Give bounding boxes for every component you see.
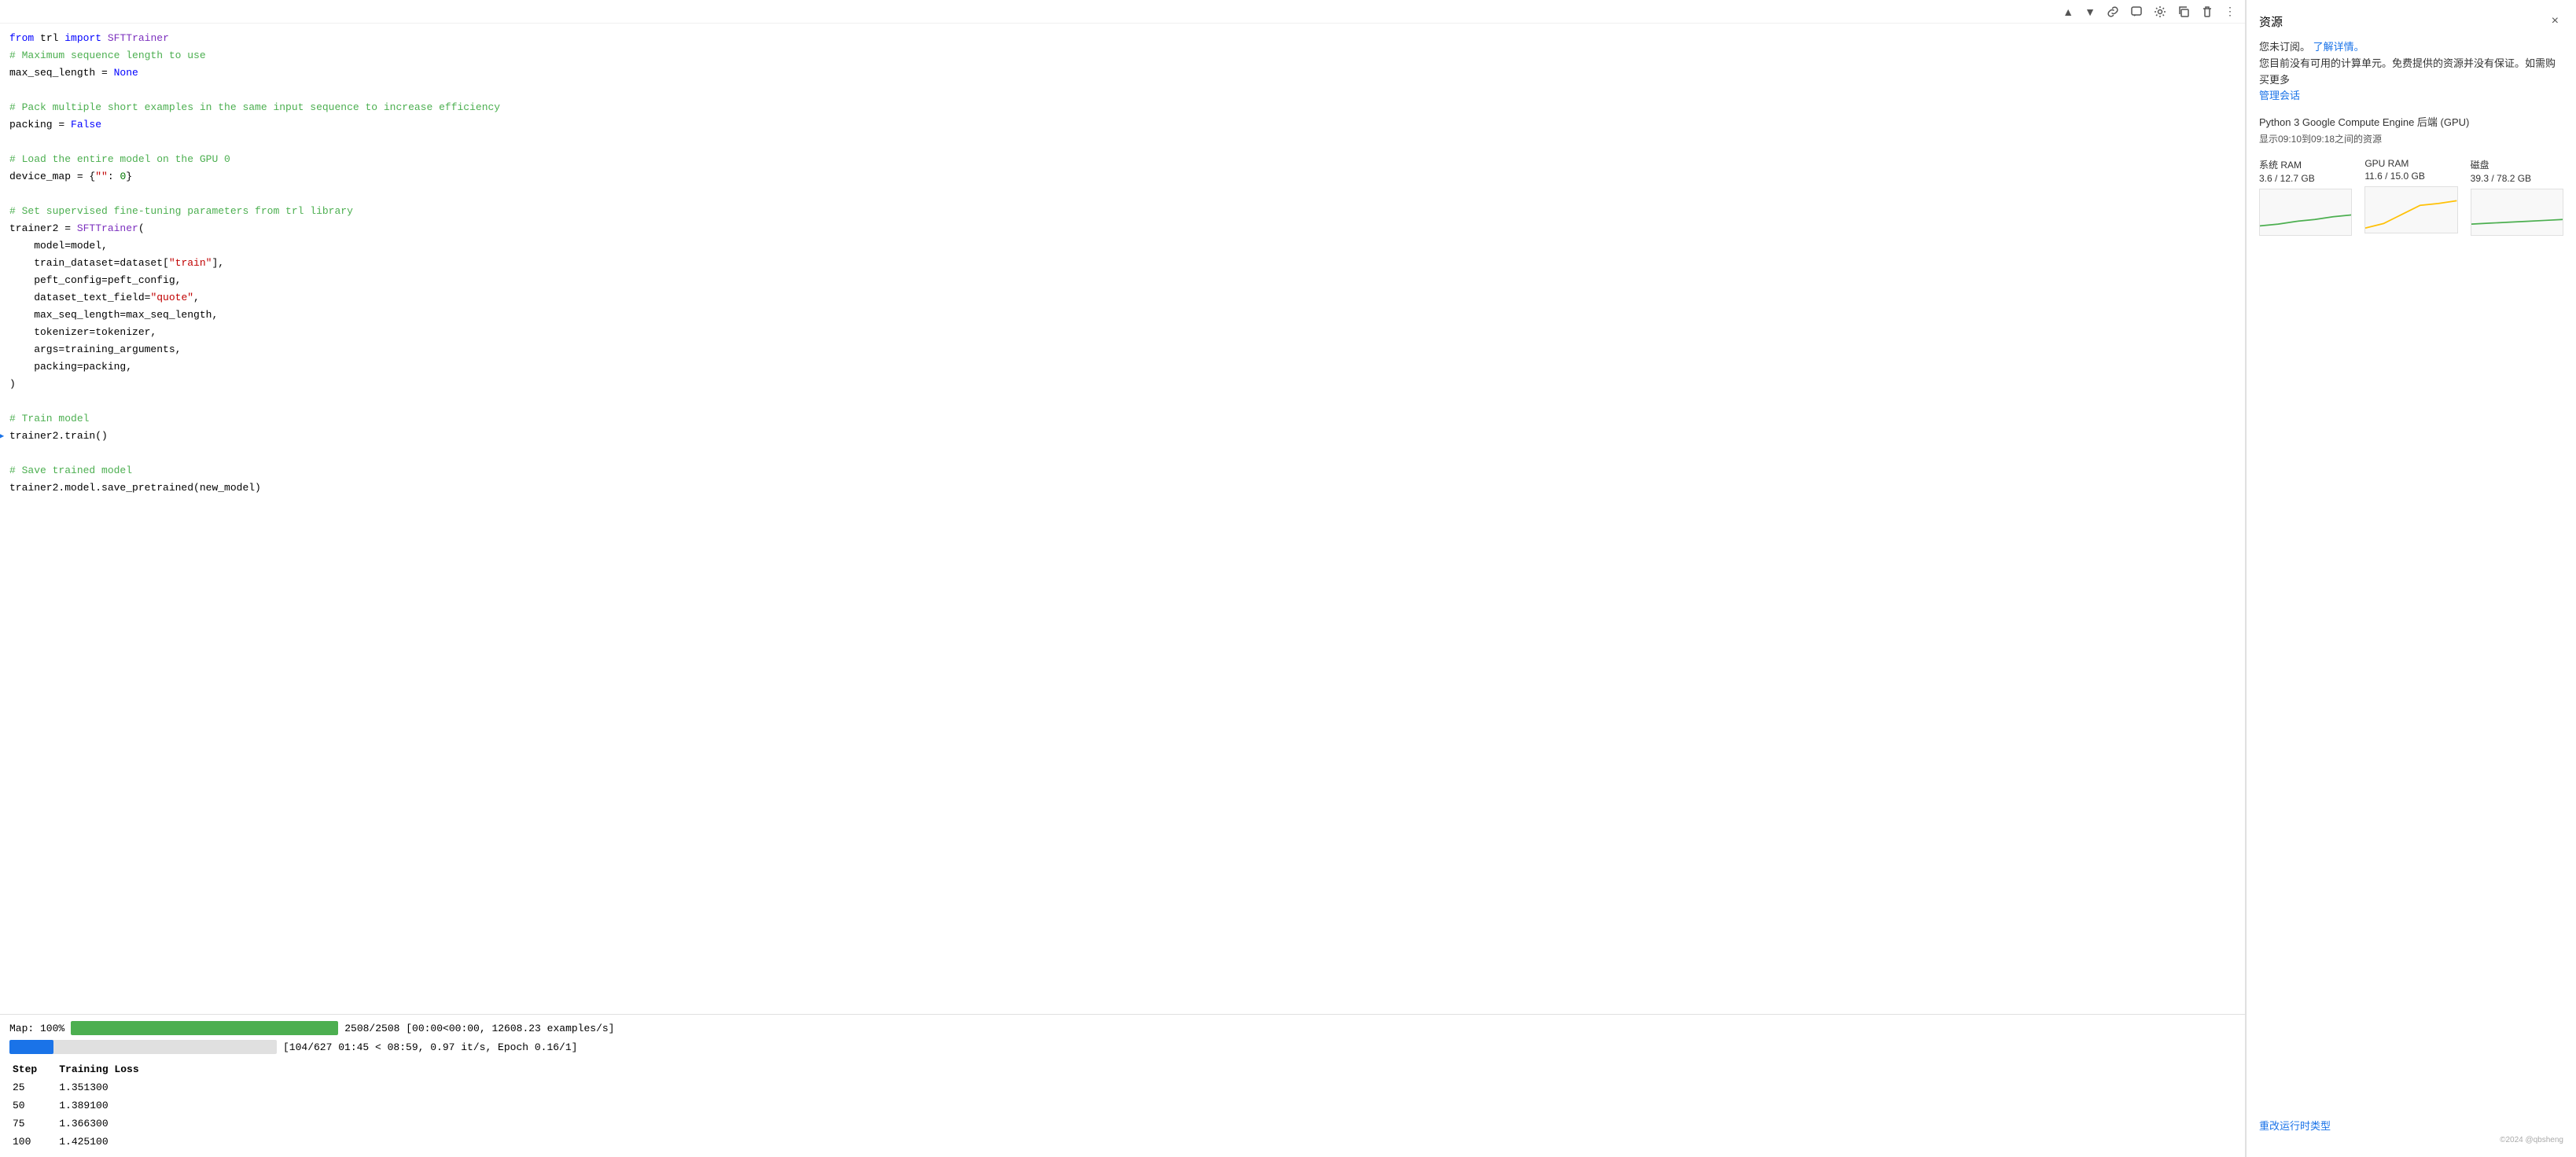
progress2-bar-container [9,1040,277,1054]
table-row: 1001.425100 [9,1133,158,1151]
output-area: Map: 100% 2508/2508 [00:00<00:00, 12608.… [0,1014,2245,1157]
metric-label-gpu: GPU RAM [2364,158,2457,169]
code-area[interactable]: from trl import SFTTrainer # Maximum seq… [0,24,2245,1014]
progress-row-1: Map: 100% 2508/2508 [00:00<00:00, 12608.… [9,1021,2236,1035]
code-line-l13: model=model, [0,237,2245,255]
progress1-bar-container [71,1021,338,1035]
code-line-l27: trainer2.model.save_pretrained(new_model… [0,479,2245,497]
copy-button[interactable] [2174,4,2193,20]
cell-loss: 1.425100 [56,1133,157,1151]
metric-card-disk: 磁盘 39.3 / 78.2 GB [2471,158,2563,236]
delete-button[interactable] [2198,4,2217,20]
code-line-l17: max_seq_length=max_seq_length, [0,307,2245,324]
col-header-loss: Training Loss [56,1060,157,1078]
code-line-l26: # Save trained model [0,462,2245,479]
code-line-l23: # Train model [0,410,2245,428]
subscription-text1: 您未订阅。 [2259,41,2310,53]
code-line-l9: device_map = {"": 0} [0,168,2245,185]
time-range: 显示09:10到09:18之间的资源 [2259,132,2563,145]
learn-more-link[interactable]: 了解详情。 [2313,41,2364,53]
code-line-l2: # Maximum sequence length to use [0,47,2245,64]
code-line-l5: # Pack multiple short examples in the sa… [0,99,2245,116]
metrics-row: 系统 RAM 3.6 / 12.7 GB GPU RAM 11.6 / 15.0… [2259,158,2563,236]
metric-card-ram: 系统 RAM 3.6 / 12.7 GB [2259,158,2352,236]
code-line-l14: train_dataset=dataset["train"], [0,255,2245,272]
code-line-l10 [0,185,2245,203]
table-row: 501.389100 [9,1096,158,1115]
code-panel: ▲ ▼ [0,0,2246,1157]
code-line-l7 [0,134,2245,151]
resource-header: 资源 × [2259,13,2563,30]
cell-loss: 1.366300 [56,1115,157,1133]
table-row: 251.351300 [9,1078,158,1096]
code-line-l16: dataset_text_field="quote", [0,289,2245,307]
bottom-right-text: ©2024 @qbsheng [2259,1136,2563,1144]
progress2-bar-fill [9,1040,53,1054]
progress2-stats: [104/627 01:45 < 08:59, 0.97 it/s, Epoch… [283,1041,577,1053]
table-row: 751.366300 [9,1115,158,1133]
metric-label-ram: 系统 RAM [2259,158,2352,171]
cell-step: 75 [9,1115,56,1133]
subscription-notice: 您未订阅。 了解详情。 您目前没有可用的计算单元。免费提供的资源并没有保证。如需… [2259,39,2563,105]
resource-title: 资源 [2259,13,2283,30]
progress1-stats: 2508/2508 [00:00<00:00, 12608.23 example… [344,1023,614,1034]
progress1-bar-fill [71,1021,338,1035]
comment-button[interactable] [2127,4,2146,20]
cell-step: 50 [9,1096,56,1115]
code-line-l4 [0,82,2245,99]
metric-card-gpu: GPU RAM 11.6 / 15.0 GB [2364,158,2457,236]
code-line-l18: tokenizer=tokenizer, [0,324,2245,341]
close-resource-panel-button[interactable]: × [2547,13,2563,30]
code-line-l22 [0,393,2245,410]
cell-loss: 1.351300 [56,1078,157,1096]
metric-chart-ram [2259,189,2352,236]
subscription-text2: 您目前没有可用的计算单元。免费提供的资源并没有保证。如需购买更多 [2259,57,2556,86]
progress-row-2: [104/627 01:45 < 08:59, 0.97 it/s, Epoch… [9,1040,2236,1054]
change-runtime-button[interactable]: 重改运行时类型 [2259,1105,2563,1133]
col-header-step: Step [9,1060,56,1078]
cell-loss: 1.389100 [56,1096,157,1115]
training-table: Step Training Loss 251.351300501.3891007… [9,1060,158,1151]
metric-value-disk: 39.3 / 78.2 GB [2471,173,2563,184]
code-line-l12: trainer2 = SFTTrainer( [0,220,2245,237]
resource-panel: 资源 × 您未订阅。 了解详情。 您目前没有可用的计算单元。免费提供的资源并没有… [2246,0,2576,1157]
metric-label-disk: 磁盘 [2471,158,2563,171]
code-line-l8: # Load the entire model on the GPU 0 [0,151,2245,168]
code-line-l11: # Set supervised fine-tuning parameters … [0,203,2245,220]
cell-step: 25 [9,1078,56,1096]
link-button[interactable] [2103,4,2122,20]
code-line-l25 [0,445,2245,462]
code-line-l15: peft_config=peft_config, [0,272,2245,289]
code-line-l1: from trl import SFTTrainer [0,30,2245,47]
code-line-l19: args=training_arguments, [0,341,2245,358]
code-line-l24: ▶ trainer2.train() [0,428,2245,445]
code-line-l20: packing=packing, [0,358,2245,376]
code-line-l3: max_seq_length = None [0,64,2245,82]
metric-value-gpu: 11.6 / 15.0 GB [2364,171,2457,182]
backend-info: Python 3 Google Compute Engine 后端 (GPU) [2259,114,2563,129]
progress1-label: Map: 100% [9,1023,64,1034]
cell-toolbar: ▲ ▼ [0,0,2245,24]
move-up-button[interactable]: ▲ [2059,4,2077,20]
move-down-button[interactable]: ▼ [2081,4,2099,20]
metric-value-ram: 3.6 / 12.7 GB [2259,173,2352,184]
cell-step: 100 [9,1133,56,1151]
code-line-l6: packing = False [0,116,2245,134]
code-line-l21: ) [0,376,2245,393]
metric-chart-gpu [2364,186,2457,233]
metric-chart-disk [2471,189,2563,236]
more-options-button[interactable]: ⋮ [2221,3,2239,20]
manage-session-link[interactable]: 管理会话 [2259,90,2300,101]
settings-button[interactable] [2151,4,2169,20]
